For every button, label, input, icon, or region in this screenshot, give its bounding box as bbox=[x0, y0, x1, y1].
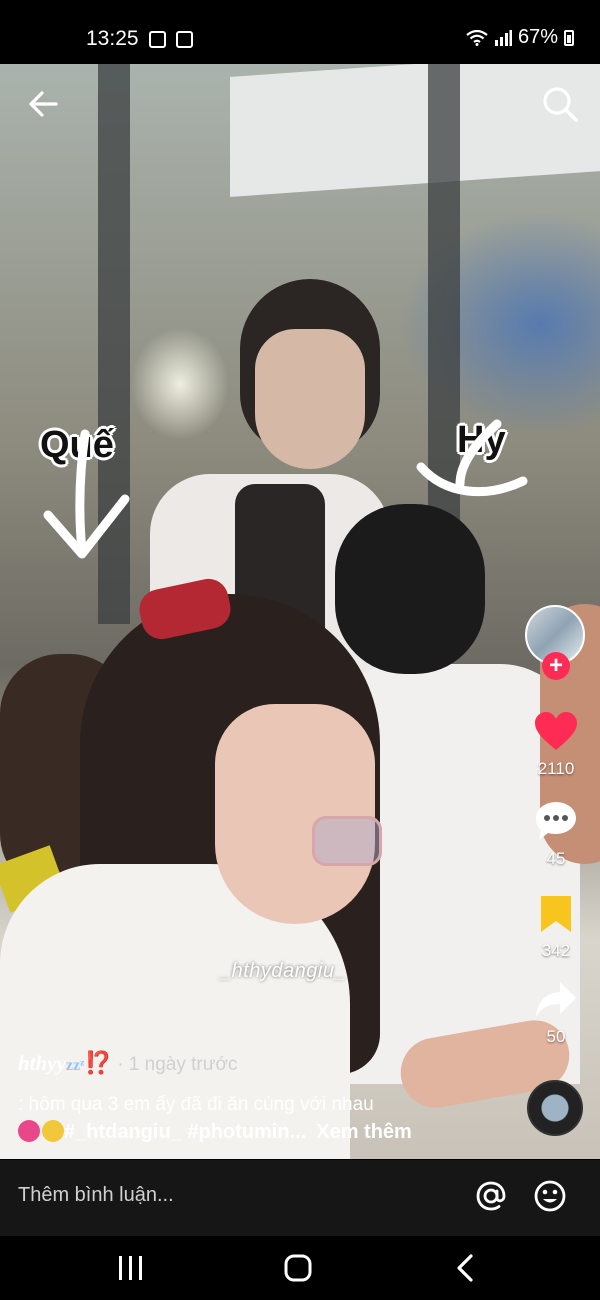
glasses bbox=[312, 816, 382, 866]
like-count: 2110 bbox=[537, 759, 575, 778]
share-arrow-icon bbox=[536, 982, 576, 1017]
comment-count: 45 bbox=[546, 849, 566, 868]
save-button[interactable]: 342 bbox=[520, 894, 592, 961]
hashtags[interactable]: #_htdangiu_ #photumin... bbox=[64, 1121, 306, 1143]
comment-input[interactable]: Thêm bình luận... bbox=[18, 1184, 174, 1207]
exclamation-question-emoji: ⁉️ bbox=[84, 1050, 112, 1075]
music-disc[interactable] bbox=[527, 1080, 583, 1136]
pleading-face-emoji bbox=[42, 1120, 64, 1142]
follow-button[interactable]: + bbox=[542, 652, 570, 680]
comment-button[interactable]: 45 bbox=[520, 800, 592, 869]
post-time: · 1 ngày trước bbox=[117, 1054, 238, 1075]
home-icon[interactable] bbox=[278, 1250, 318, 1286]
app-notification-icon bbox=[176, 31, 193, 48]
comment-bar: Thêm bình luận... bbox=[0, 1160, 600, 1236]
arrow-down-left-icon bbox=[43, 429, 130, 559]
comment-bubble-icon bbox=[536, 802, 576, 840]
person-head bbox=[335, 504, 485, 674]
hearts-emoji bbox=[18, 1120, 40, 1142]
at-sign-icon[interactable] bbox=[474, 1179, 508, 1213]
search-button[interactable] bbox=[540, 84, 580, 124]
system-navigation-bar bbox=[0, 1236, 600, 1300]
battery-icon bbox=[564, 29, 574, 46]
gallery-notification-icon bbox=[149, 31, 166, 48]
arrow-curved-icon bbox=[416, 419, 528, 497]
back-nav-icon[interactable] bbox=[446, 1250, 486, 1286]
status-bar: 13:25 67% bbox=[0, 0, 600, 72]
share-button[interactable]: 50 bbox=[520, 980, 592, 1047]
post-caption: : hôm qua 3 em ấy đã đi ăn cùng với nhau bbox=[18, 1094, 374, 1115]
like-button[interactable]: 2110 bbox=[520, 712, 592, 779]
sleep-emoji: zzᶻ bbox=[65, 1057, 85, 1074]
recent-apps-icon[interactable] bbox=[110, 1250, 150, 1286]
signal-icon bbox=[494, 29, 512, 46]
video-player[interactable]: Quế Hy _hthydangiu_ bbox=[0, 64, 600, 1159]
author-name[interactable]: hthyy bbox=[18, 1051, 66, 1075]
heart-icon bbox=[535, 712, 577, 750]
post-hashtags-line: #_htdangiu_ #photumin... Xem thêm bbox=[18, 1120, 412, 1144]
bookmark-icon bbox=[541, 896, 571, 932]
back-button[interactable] bbox=[26, 86, 62, 122]
video-watermark: _hthydangiu_ bbox=[220, 960, 347, 982]
smiley-icon[interactable] bbox=[533, 1179, 567, 1213]
person-face bbox=[215, 704, 375, 924]
share-count: 50 bbox=[546, 1027, 566, 1046]
wifi-icon bbox=[466, 29, 488, 46]
post-author-line: hthyyzzᶻ⁉️ · 1 ngày trước bbox=[18, 1050, 237, 1076]
battery-percent: 67% bbox=[517, 26, 558, 48]
status-time: 13:25 bbox=[86, 27, 139, 50]
status-right: 67% bbox=[466, 26, 574, 49]
see-more-link[interactable]: Xem thêm bbox=[316, 1121, 412, 1143]
person-face bbox=[255, 329, 365, 469]
save-count: 342 bbox=[541, 941, 571, 960]
